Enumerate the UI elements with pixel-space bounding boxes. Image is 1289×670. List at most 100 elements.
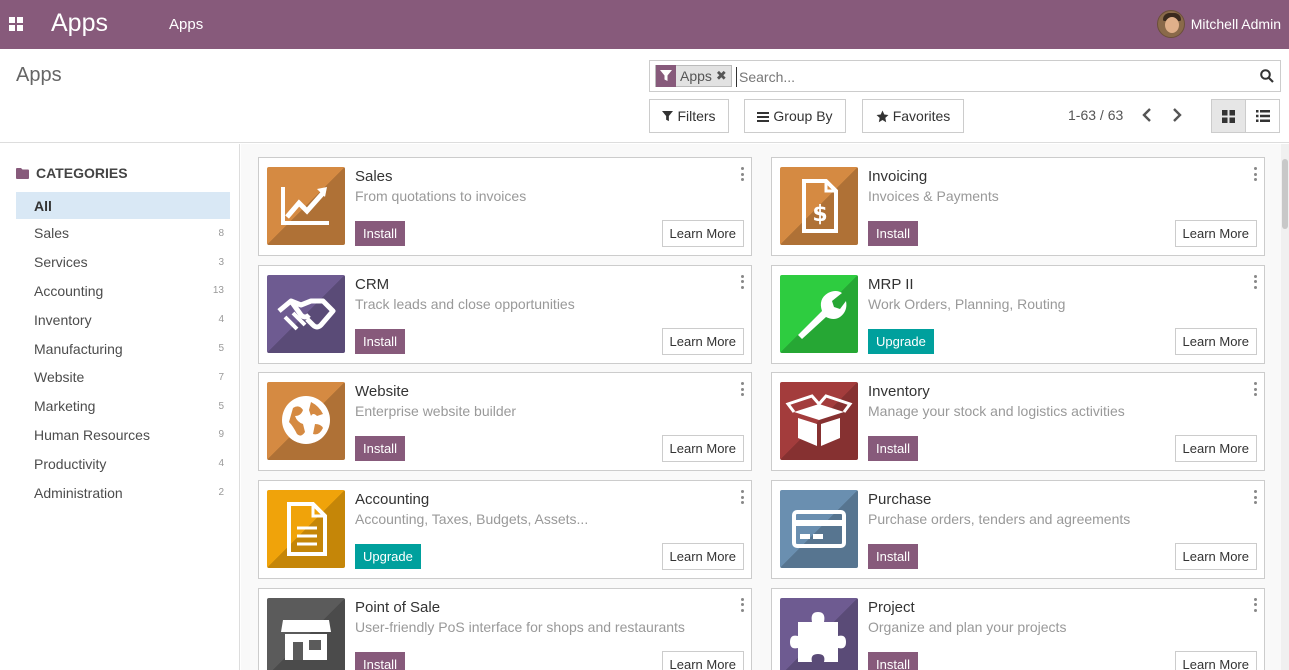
card-menu-icon[interactable]	[1252, 597, 1258, 612]
search-input[interactable]	[736, 67, 1236, 87]
filters-button[interactable]: Filters	[649, 99, 729, 133]
puzzle-icon	[780, 597, 858, 670]
star-icon	[876, 110, 889, 122]
categories-header-label: CATEGORIES	[36, 165, 128, 181]
app-description: Accounting, Taxes, Budgets, Assets...	[355, 511, 589, 528]
category-label: Website	[34, 369, 85, 386]
learn-more-button[interactable]: Learn More	[1174, 435, 1257, 463]
user-menu[interactable]: Mitchell Admin	[1156, 9, 1281, 39]
favorites-button[interactable]: Favorites	[862, 99, 964, 133]
app-card-project[interactable]: Project Organize and plan your projects In…	[771, 587, 1265, 670]
learn-more-button[interactable]: Learn More	[1174, 327, 1257, 355]
learn-more-button[interactable]: Learn More	[661, 327, 744, 355]
card-menu-icon[interactable]	[739, 274, 745, 289]
install-button[interactable]: Install	[355, 651, 405, 670]
navbar-brand[interactable]: Apps	[51, 9, 108, 38]
invoice-dollar-icon: $	[780, 167, 858, 245]
category-item-accounting[interactable]: Accounting 13	[16, 277, 230, 306]
card-menu-icon[interactable]	[1252, 274, 1258, 289]
app-description: Enterprise website builder	[355, 403, 517, 420]
learn-more-button[interactable]: Learn More	[661, 435, 744, 463]
list-view-button[interactable]	[1245, 99, 1280, 133]
learn-more-button[interactable]: Learn More	[1174, 220, 1257, 247]
learn-more-button[interactable]: Learn More	[1174, 543, 1257, 571]
learn-more-button[interactable]: Learn More	[661, 543, 744, 571]
app-description: Manage your stock and logistics activiti…	[868, 403, 1125, 420]
pager-next-icon[interactable]	[1169, 106, 1185, 124]
app-card-sales[interactable]: Sales From quotations to invoices Install L…	[258, 157, 752, 256]
category-count: 4	[218, 314, 224, 326]
group-by-button[interactable]: Group By	[744, 99, 846, 133]
app-description: Purchase orders, tenders and agreements	[868, 511, 1131, 528]
upgrade-button[interactable]: Upgrade	[355, 544, 421, 570]
category-label: Inventory	[34, 311, 92, 328]
category-item-marketing[interactable]: Marketing 5	[16, 392, 230, 421]
app-description: From quotations to invoices	[355, 188, 527, 204]
card-menu-icon[interactable]	[739, 597, 745, 612]
app-card-mrp-ii[interactable]: MRP II Work Orders, Planning, Routing Upgr…	[771, 264, 1265, 364]
search-facet[interactable]: Apps ✖	[655, 65, 732, 87]
app-card-accounting[interactable]: Accounting Accounting, Taxes, Budgets, As…	[258, 480, 752, 580]
upgrade-button[interactable]: Upgrade	[868, 328, 934, 354]
list-icon	[1255, 110, 1270, 122]
install-button[interactable]: Install	[868, 544, 918, 570]
card-menu-icon[interactable]	[1252, 382, 1258, 397]
category-item-productivity[interactable]: Productivity 4	[16, 449, 230, 478]
app-card-crm[interactable]: CRM Track leads and close opportunities In…	[258, 264, 752, 364]
category-count: 8	[218, 227, 224, 239]
category-item-administration[interactable]: Administration 2	[16, 478, 230, 507]
app-name: Point of Sale	[355, 598, 441, 616]
apps-kanban: Sales From quotations to invoices Install L…	[241, 144, 1289, 670]
app-card-website[interactable]: Website Enterprise website builder Install…	[258, 372, 752, 472]
category-item-all[interactable]: All	[16, 192, 230, 219]
category-item-human-resources[interactable]: Human Resources 9	[16, 421, 230, 450]
category-list: All Sales 8 Services 3 Accounting 13 Invent…	[16, 192, 230, 507]
category-item-website[interactable]: Website 7	[16, 363, 230, 392]
install-button[interactable]: Install	[355, 328, 405, 354]
category-item-manufacturing[interactable]: Manufacturing 5	[16, 334, 230, 363]
filters-label: Filters	[677, 108, 716, 124]
app-description: Work Orders, Planning, Routing	[868, 295, 1066, 312]
app-card-inventory[interactable]: Inventory Manage your stock and logistics…	[771, 372, 1265, 472]
kanban-view-button[interactable]	[1211, 99, 1246, 133]
shop-icon	[267, 597, 345, 670]
card-menu-icon[interactable]	[739, 490, 745, 505]
search-icon[interactable]	[1260, 69, 1274, 83]
install-button[interactable]: Install	[355, 221, 405, 246]
category-item-services[interactable]: Services 3	[16, 248, 230, 277]
category-label: Productivity	[34, 455, 107, 472]
card-menu-icon[interactable]	[739, 167, 745, 181]
vertical-scrollbar[interactable]	[1281, 144, 1289, 670]
card-menu-icon[interactable]	[1252, 490, 1258, 505]
learn-more-button[interactable]: Learn More	[661, 220, 744, 247]
install-button[interactable]: Install	[868, 436, 918, 462]
pager-previous-icon[interactable]	[1139, 106, 1155, 124]
app-card-purchase[interactable]: Purchase Purchase orders, tenders and agr…	[771, 480, 1265, 580]
folder-icon	[16, 167, 29, 179]
install-button[interactable]: Install	[868, 221, 918, 246]
navbar-menu-apps[interactable]: Apps	[169, 16, 203, 33]
learn-more-button[interactable]: Learn More	[1174, 650, 1257, 670]
category-count: 4	[218, 458, 224, 470]
app-card-invoicing[interactable]: $ Invoicing Invoices & Payments Install Lear…	[771, 157, 1265, 256]
search-box: Apps ✖	[649, 60, 1281, 92]
learn-more-button[interactable]: Learn More	[661, 650, 744, 670]
page-title: Apps	[16, 64, 62, 86]
app-card-point-of-sale[interactable]: Point of Sale User-friendly PoS interface…	[258, 587, 752, 670]
install-button[interactable]: Install	[868, 651, 918, 670]
category-label: Marketing	[34, 398, 96, 415]
category-item-sales[interactable]: Sales 8	[16, 219, 230, 248]
pager-value[interactable]: 1-63 / 63	[1068, 107, 1123, 123]
category-label: Manufacturing	[34, 340, 123, 357]
card-menu-icon[interactable]	[739, 382, 745, 397]
category-item-inventory[interactable]: Inventory 4	[16, 305, 230, 334]
app-menu-grid-icon[interactable]	[9, 17, 23, 31]
install-button[interactable]: Install	[355, 436, 405, 462]
facet-remove-icon[interactable]: ✖	[716, 68, 731, 84]
facet-label: Apps	[680, 68, 712, 84]
user-name: Mitchell Admin	[1190, 16, 1281, 32]
wrench-icon	[780, 274, 858, 353]
category-count: 13	[212, 285, 224, 297]
card-menu-icon[interactable]	[1252, 167, 1258, 181]
chart-trend-icon	[267, 167, 345, 245]
